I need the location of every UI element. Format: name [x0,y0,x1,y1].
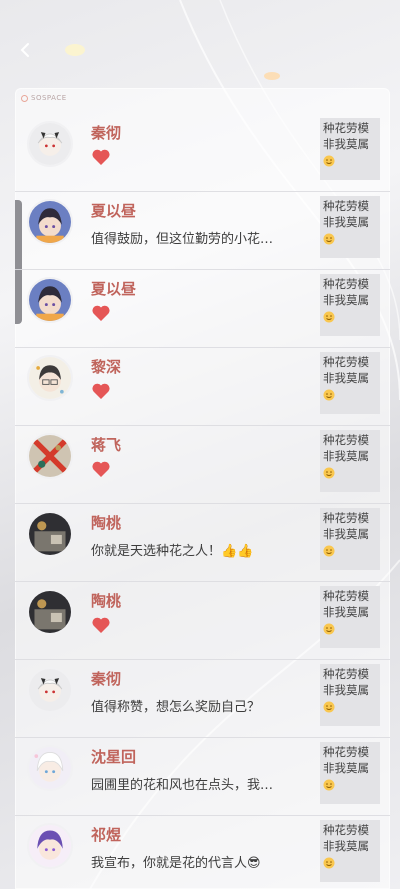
commenter-name[interactable]: 蒋飞 [91,434,121,455]
comment-message: 你就是天选种花之人！ [91,544,222,559]
smile-emoji-icon [323,308,377,324]
post-preview-tile[interactable]: 种花劳模 非我莫属 [320,508,380,570]
list-item[interactable]: 秦彻 种花劳模非我莫属 [15,114,390,192]
post-preview-tile[interactable]: 种花劳模 非我莫属 [320,352,380,414]
tile-line-1: 种花劳模 [323,121,369,135]
post-preview-tile[interactable]: 种花劳模 非我莫属 [320,820,380,882]
smile-emoji-icon [323,464,377,480]
comment-message: 值得鼓励，但这位勤劳的小花… [91,232,274,247]
list-item[interactable]: 陶桃 种花劳模非我莫属 [15,582,390,660]
emoji-icon: 😎 [247,856,261,871]
heart-icon [91,616,111,634]
tile-line-1: 种花劳模 [323,355,369,369]
back-button[interactable] [14,38,38,62]
comment-message: 我宣布，你就是花的代言人 [91,856,248,871]
avatar[interactable] [27,355,73,401]
commenter-name[interactable]: 沈星回 [91,746,136,767]
tile-line-2: 非我莫属 [323,605,369,619]
heart-icon [91,148,111,166]
tile-line-1: 种花劳模 [323,745,369,759]
tile-line-1: 种花劳模 [323,589,369,603]
tile-line-2: 非我莫属 [323,839,369,853]
list-item[interactable]: 祁煜我宣布，你就是花的代言人😎 种花劳模非我莫属 [15,816,390,889]
tile-line-1: 种花劳模 [323,823,369,837]
post-preview-tile[interactable]: 种花劳模 非我莫属 [320,118,380,180]
avatar[interactable] [27,121,73,167]
comment-text: 我宣布，你就是花的代言人😎 [91,852,313,871]
post-preview-tile[interactable]: 种花劳模 非我莫属 [320,430,380,492]
post-preview-tile[interactable]: 种花劳模 非我莫属 [320,742,380,804]
heart-icon [91,460,111,478]
post-preview-tile[interactable]: 种花劳模 非我莫属 [320,664,380,726]
list-item[interactable]: 蒋飞 种花劳模非我莫属 [15,426,390,504]
tile-line-2: 非我莫属 [323,371,369,385]
avatar[interactable] [27,433,73,479]
smile-emoji-icon [323,854,377,870]
avatar[interactable] [27,667,73,713]
heart-icon [91,382,111,400]
tile-line-2: 非我莫属 [323,449,369,463]
commenter-name[interactable]: 祁煜 [91,824,121,845]
list-item[interactable]: 夏以昼值得鼓励，但这位勤劳的小花… 种花劳模非我莫属 [15,192,390,270]
list-item[interactable]: 黎深 种花劳模非我莫属 [15,348,390,426]
tile-line-1: 种花劳模 [323,199,369,213]
commenter-name[interactable]: 夏以昼 [91,278,136,299]
comment-text: 值得鼓励，但这位勤劳的小花… [91,228,313,247]
commenter-name[interactable]: 黎深 [91,356,121,377]
commenter-name[interactable]: 秦彻 [91,122,121,143]
post-preview-tile[interactable]: 种花劳模 非我莫属 [320,196,380,258]
comment-panel: SOSPACE 秦彻 种花劳模 非我莫属 夏以昼 值得鼓励，但这位勤劳的小花… 种花劳模非… [15,88,390,889]
comment-message: 园圃里的花和风也在点头，我… [91,778,274,793]
tile-line-2: 非我莫属 [323,683,369,697]
smile-emoji-icon [323,386,377,402]
post-preview-tile[interactable]: 种花劳模 非我莫属 [320,586,380,648]
comment-text: 值得称赞，想怎么奖励自己？ [91,696,313,715]
panel-tag-label: SOSPACE [31,94,67,102]
comment-list: 秦彻 种花劳模 非我莫属 夏以昼 值得鼓励，但这位勤劳的小花… 种花劳模 非我莫属 夏以昼 种花… [15,114,390,889]
tile-line-1: 种花劳模 [323,277,369,291]
tile-line-1: 种花劳模 [323,667,369,681]
circle-icon [21,94,28,102]
smile-emoji-icon [323,230,377,246]
tile-line-1: 种花劳模 [323,433,369,447]
avatar[interactable] [27,589,73,635]
post-preview-tile[interactable]: 种花劳模 非我莫属 [320,274,380,336]
smile-emoji-icon [323,776,377,792]
tile-line-2: 非我莫属 [323,137,369,151]
smile-emoji-icon [323,698,377,714]
tile-line-2: 非我莫属 [323,293,369,307]
tile-line-2: 非我莫属 [323,761,369,775]
avatar[interactable] [27,199,73,245]
smile-emoji-icon [323,542,377,558]
list-item[interactable]: 夏以昼 种花劳模非我莫属 [15,270,390,348]
heart-icon [91,304,111,322]
chevron-left-icon [20,43,29,57]
avatar[interactable] [27,277,73,323]
commenter-name[interactable]: 夏以昼 [91,200,136,221]
comment-text: 你就是天选种花之人！👍👍 [91,540,313,559]
comment-text: 园圃里的花和风也在点头，我… [91,774,313,793]
tile-line-1: 种花劳模 [323,511,369,525]
commenter-name[interactable]: 陶桃 [91,512,121,533]
comment-message: 值得称赞，想怎么奖励自己？ [91,700,261,715]
tile-line-2: 非我莫属 [323,527,369,541]
smile-emoji-icon [323,620,377,636]
avatar[interactable] [27,745,73,791]
list-item[interactable]: 秦彻值得称赞，想怎么奖励自己？ 种花劳模非我莫属 [15,660,390,738]
avatar[interactable] [27,823,73,869]
list-item[interactable]: 陶桃你就是天选种花之人！👍👍 种花劳模非我莫属 [15,504,390,582]
commenter-name[interactable]: 陶桃 [91,590,121,611]
commenter-name[interactable]: 秦彻 [91,668,121,689]
list-item[interactable]: 沈星回园圃里的花和风也在点头，我… 种花劳模非我莫属 [15,738,390,816]
smile-emoji-icon [323,152,377,168]
avatar[interactable] [27,511,73,557]
tile-line-2: 非我莫属 [323,215,369,229]
panel-tag: SOSPACE [21,91,67,105]
emoji-icon: 👍👍 [221,544,254,559]
